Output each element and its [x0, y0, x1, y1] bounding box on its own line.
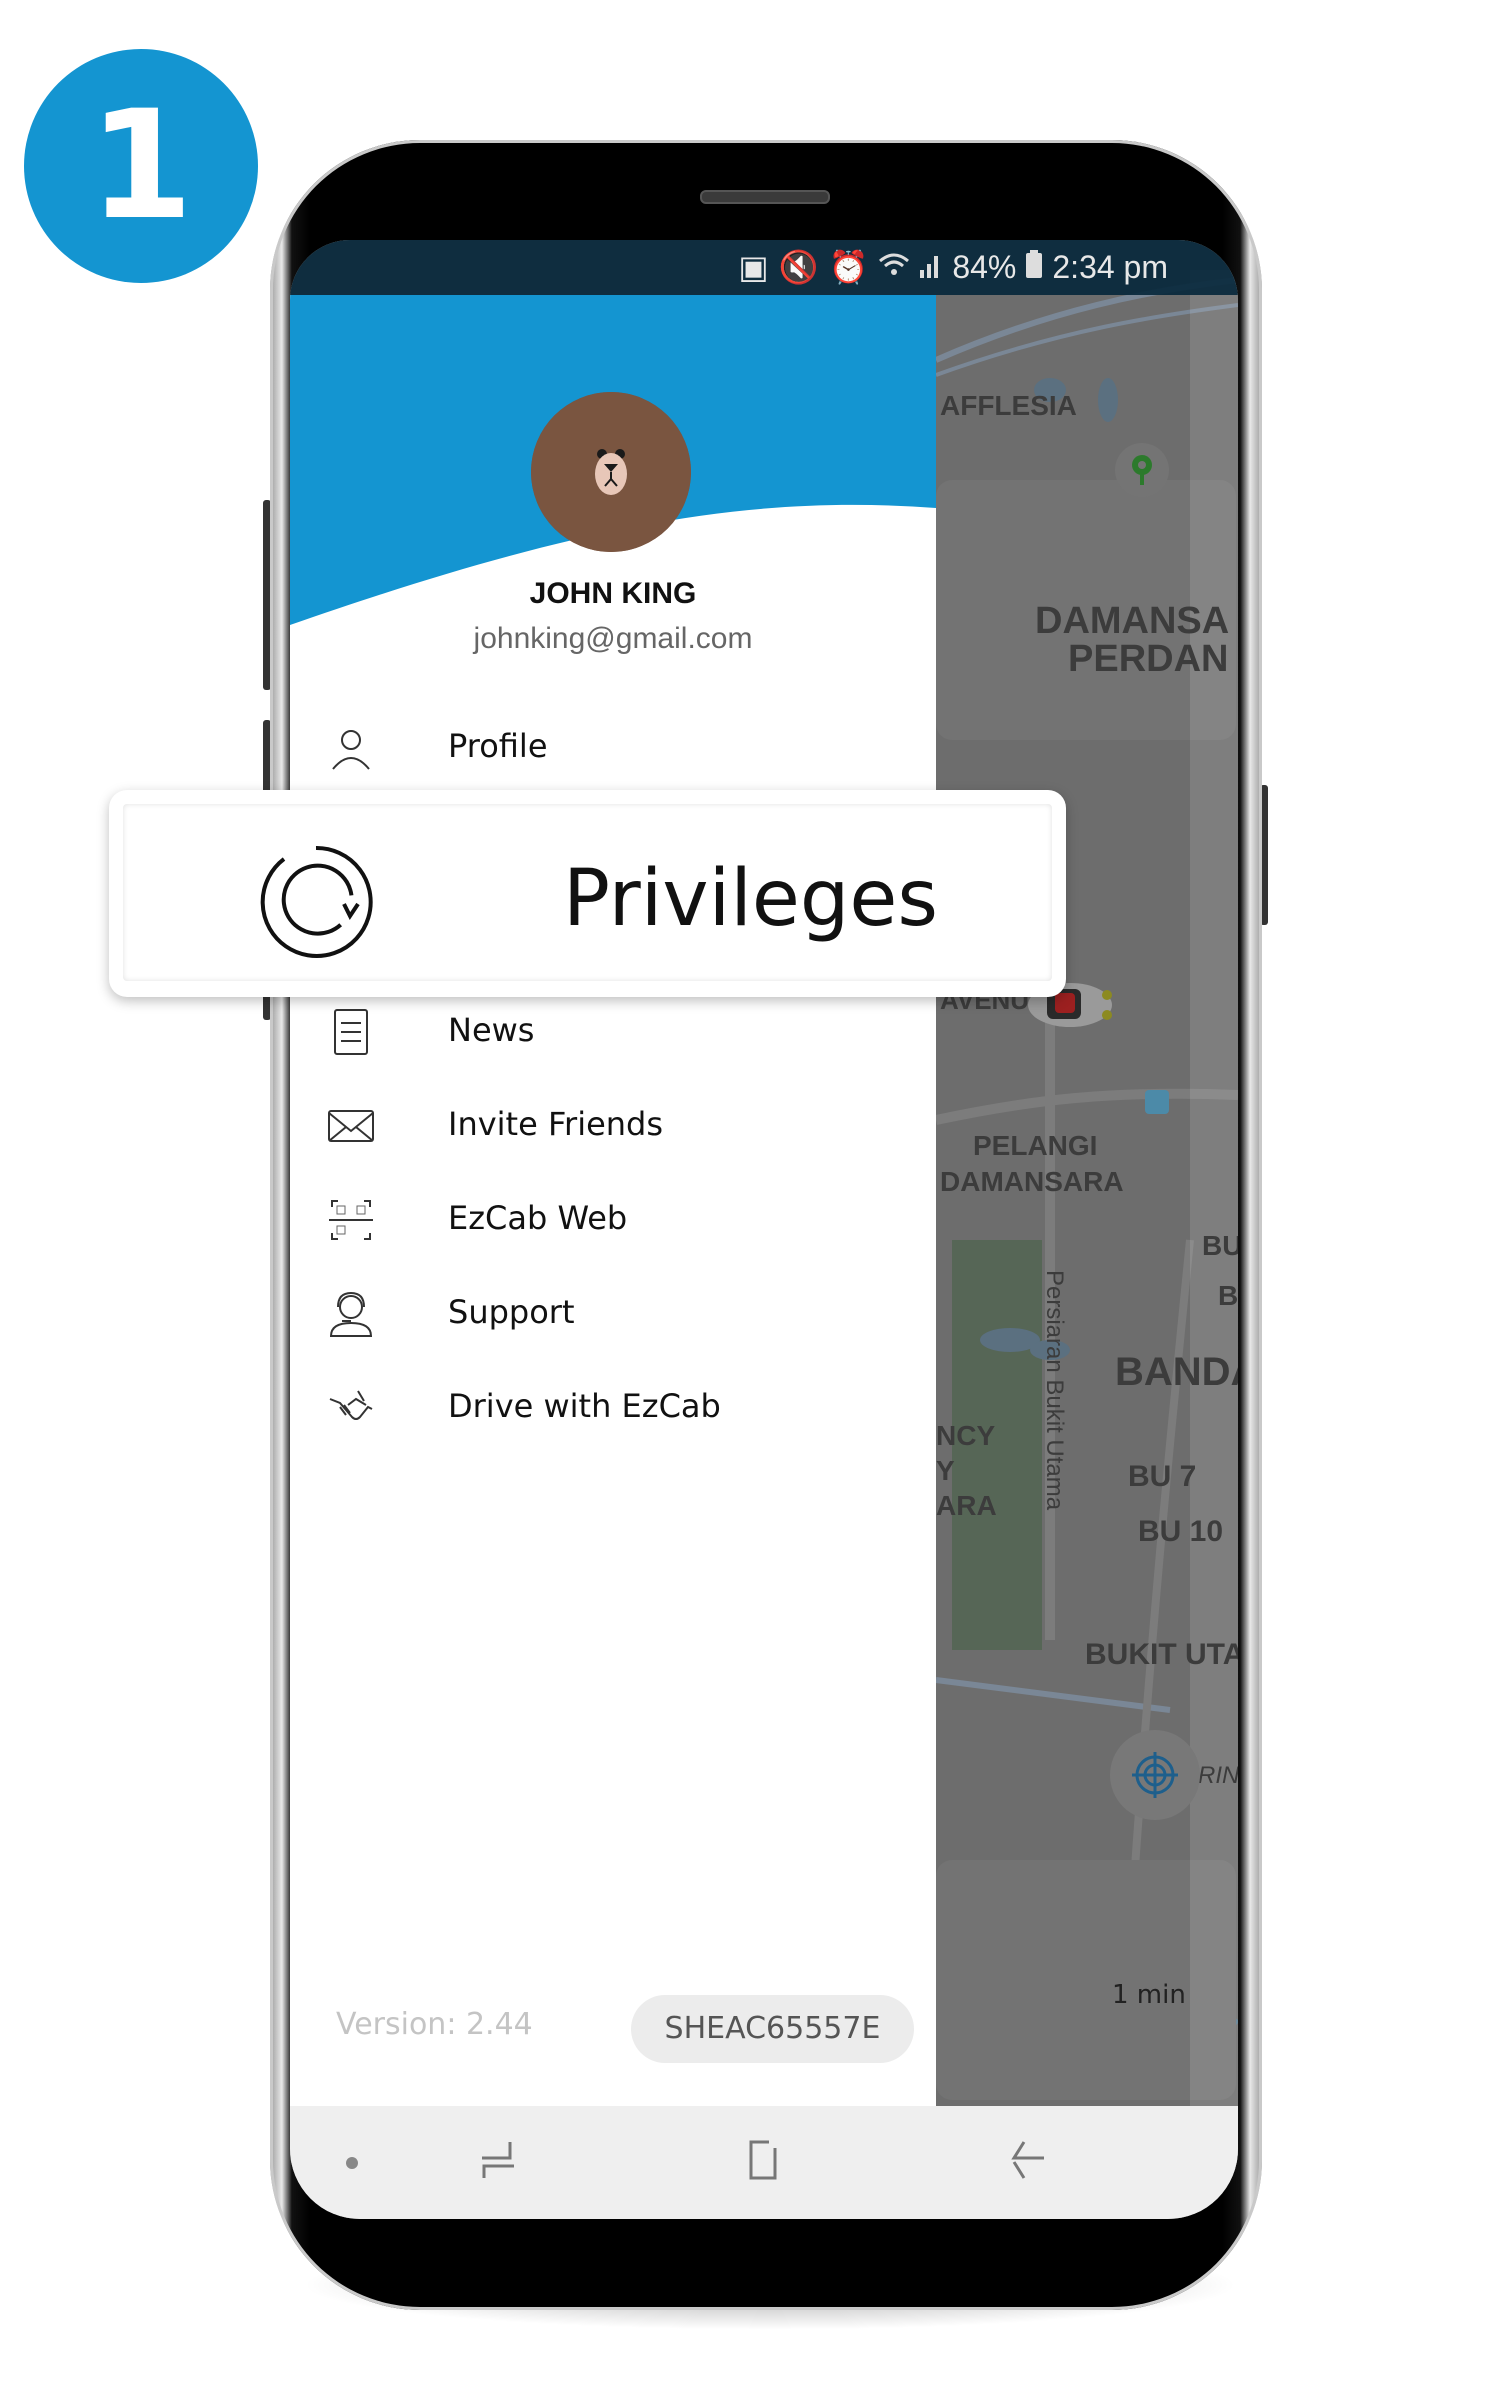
map-label: AFFLESIA — [940, 390, 1077, 421]
eta-text: 1 min — [1112, 1980, 1186, 2010]
bus-stop-icon — [1145, 1090, 1169, 1114]
map-label: Y — [936, 1455, 955, 1486]
signal-icon — [920, 249, 942, 286]
menu-item-drive-with-ezcab[interactable]: Drive with EzCab — [290, 1363, 936, 1453]
location-pin-icon — [1132, 455, 1152, 485]
map-label: BUKIT UTA — [1085, 1638, 1238, 1671]
privileges-callout[interactable]: Privileges — [109, 790, 1066, 997]
recent-apps-button[interactable] — [470, 2136, 530, 2186]
map-label: BANDA — [1115, 1350, 1238, 1394]
map-label: NCY — [936, 1420, 996, 1451]
menu-item-label: Support — [448, 1293, 575, 1331]
referral-code-button[interactable]: SHEAC65557E — [631, 1995, 914, 2063]
battery-icon — [1026, 249, 1043, 286]
map-label: RIN — [1198, 1762, 1238, 1789]
map-label: DAMANSA — [1035, 600, 1230, 642]
map-label: DAMANSARA — [940, 1166, 1124, 1197]
my-location-button[interactable] — [1110, 1730, 1200, 1820]
envelope-icon — [328, 1110, 374, 1142]
battery-saver-icon: ▣ — [738, 249, 769, 285]
menu-item-invite-friends[interactable]: Invite Friends — [290, 1081, 936, 1171]
menu-item-label: News — [448, 1011, 535, 1049]
menu-item-label: Profile — [448, 727, 548, 765]
menu-item-news[interactable]: News — [290, 987, 936, 1077]
menu-item-ezcab-web[interactable]: EzCab Web — [290, 1175, 936, 1265]
map-street-label: Persiaran Bukit Utama — [1041, 1270, 1068, 1511]
map-label: BU — [1202, 1230, 1238, 1261]
phone-screen: AFFLESIA DAMANSA PERDAN AVENU PELANGI DA… — [290, 240, 1238, 2219]
user-name: JOHN KING — [529, 577, 697, 610]
phone-speaker — [700, 190, 830, 204]
step-number: 1 — [88, 79, 194, 253]
map-label: PERDAN — [1068, 638, 1229, 680]
handshake-icon — [329, 1390, 373, 1420]
user-icon — [332, 730, 370, 770]
callout-panel: Privileges — [123, 804, 1052, 981]
alarm-icon: ⏰ — [828, 249, 869, 285]
bear-avatar-icon — [531, 392, 691, 552]
step-badge: 1 — [24, 49, 258, 283]
clock-time: 2:34 pm — [1052, 248, 1168, 285]
map-label: B — [1218, 1280, 1238, 1311]
navigation-drawer: JOHN KING johnking@gmail.com Profile Pri… — [290, 295, 936, 2106]
callout-label: Privileges — [563, 854, 939, 944]
status-bar: ▣ 🔇 ⏰ 84% 2:34 pm — [290, 240, 1238, 295]
user-email: johnking@gmail.com — [473, 622, 753, 655]
map-label: BU 7 — [1128, 1460, 1197, 1493]
privileges-icon — [260, 845, 373, 958]
qr-scan-icon — [329, 1200, 373, 1240]
map-label: BU 10 — [1138, 1515, 1224, 1548]
wifi-icon — [878, 249, 910, 286]
app-version: Version: 2.44 — [336, 2007, 533, 2042]
menu-item-label: Drive with EzCab — [448, 1387, 721, 1425]
home-button[interactable] — [735, 2136, 795, 2186]
menu-item-label: Invite Friends — [448, 1105, 664, 1143]
menu-item-profile[interactable]: Profile — [290, 703, 936, 793]
headset-icon — [329, 1291, 373, 1337]
news-icon — [334, 1009, 368, 1055]
system-nav-bar — [290, 2106, 1238, 2219]
pickup-pin-button[interactable] — [1115, 443, 1169, 497]
crosshair-icon — [1132, 1752, 1178, 1798]
nav-indicator-dot — [346, 2157, 358, 2169]
avatar[interactable] — [531, 392, 691, 552]
map-label: ARA — [936, 1490, 997, 1521]
back-button[interactable] — [1000, 2136, 1060, 2186]
menu-item-label: EzCab Web — [448, 1199, 628, 1237]
map-label: PELANGI — [973, 1130, 1098, 1161]
mute-vibrate-icon: 🔇 — [778, 249, 819, 285]
menu-item-support[interactable]: Support — [290, 1269, 936, 1359]
battery-percent: 84% — [952, 248, 1017, 285]
